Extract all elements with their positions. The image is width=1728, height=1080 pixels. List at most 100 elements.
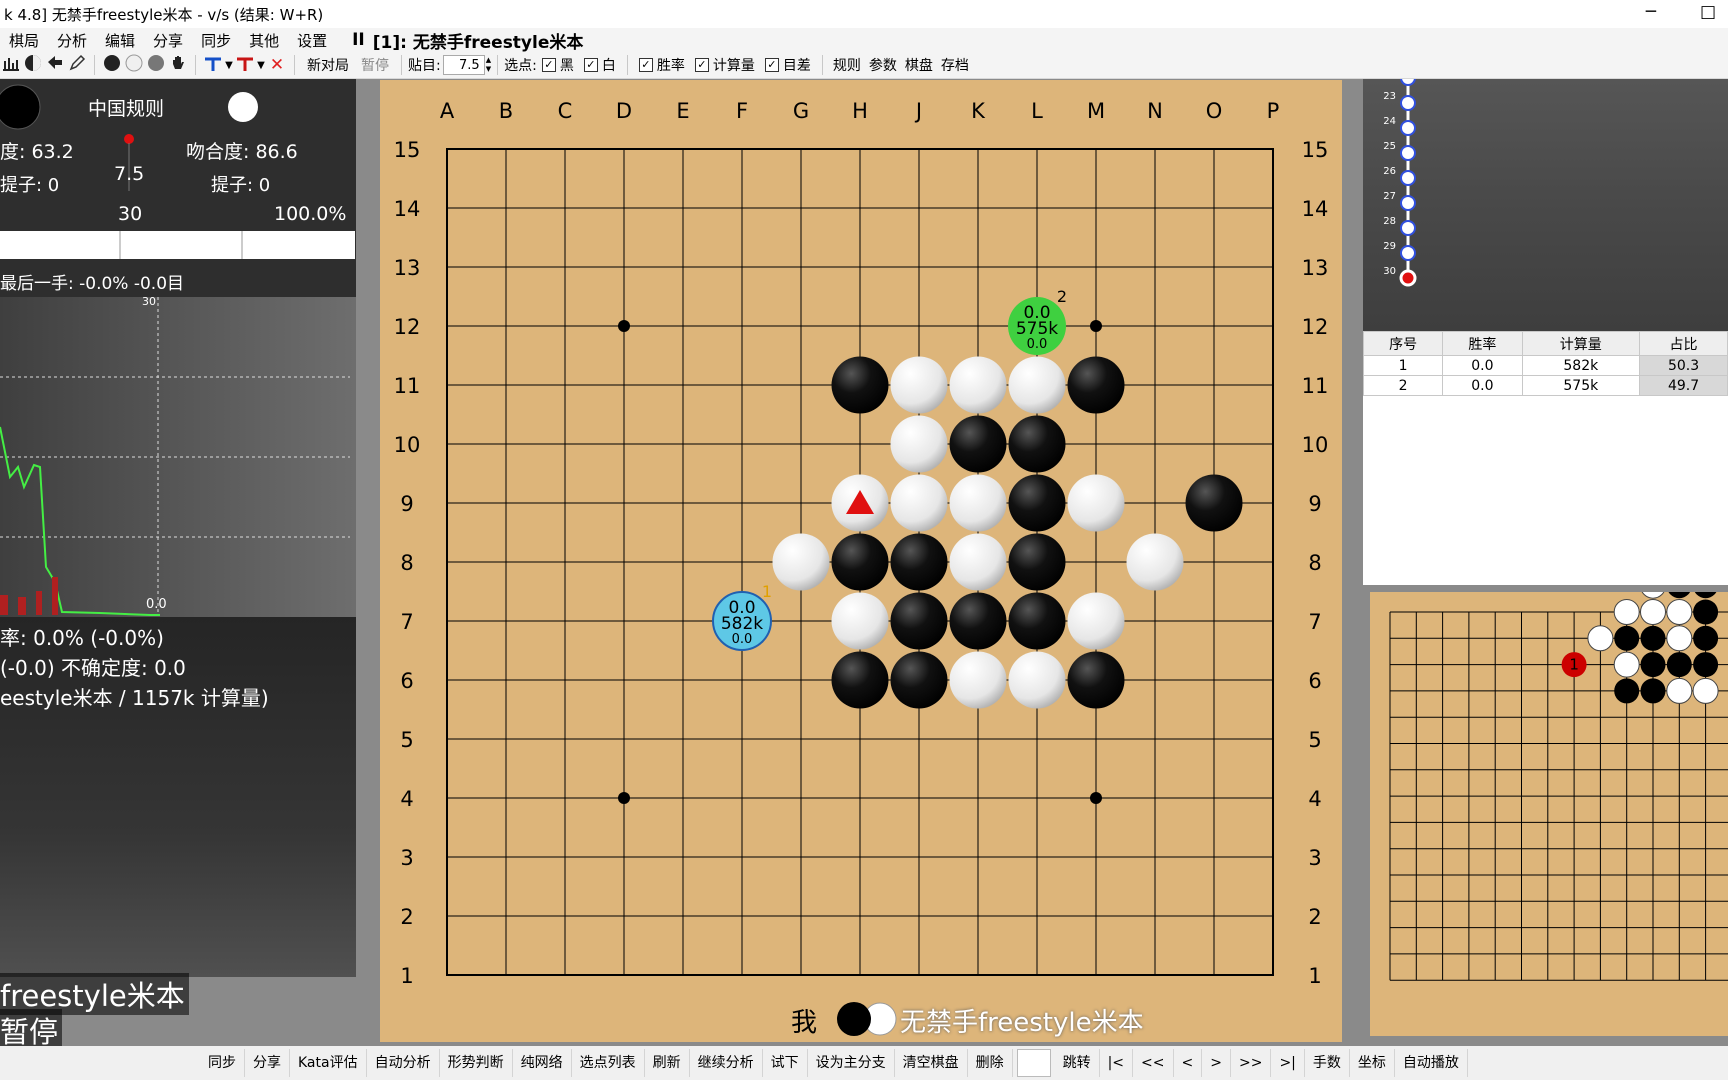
kata-eval-button[interactable]: Kata评估 [290,1049,367,1077]
coordinates-button[interactable]: 坐标 [1350,1049,1395,1077]
menu-edit[interactable]: 编辑 [96,30,144,51]
try-play-button[interactable]: 试下 [763,1049,808,1077]
hand-icon[interactable] [167,54,189,77]
board-grid[interactable]: A15 15B14 14C13 13D12 12E11 11F10 10G9 9H8 8J7 7K… [380,80,1342,1042]
pure-network-button[interactable]: 纯网络 [513,1049,572,1077]
column-header-winrate[interactable]: 胜率 [1442,331,1523,356]
chart-icon[interactable] [0,55,22,76]
forward-one-button[interactable]: > [1202,1049,1231,1077]
move-tree-panel[interactable]: 222324252627282930 [1363,79,1728,331]
menu-settings[interactable]: 设置 [288,30,336,51]
winrate-chart[interactable]: 30 0.0 [0,295,356,617]
white-stone [1126,533,1184,591]
menu-share[interactable]: 分享 [144,30,192,51]
bottom-toolbar: 同步 分享 Kata评估 自动分析 形势判断 纯网络 选点列表 刷新 继续分析 … [0,1046,1728,1080]
board-button[interactable]: 棋盘 [901,55,937,75]
sync-button[interactable]: 同步 [200,1049,245,1077]
window-title: k 4.8] 无禁手freestyle米本 - v/s (结果: W+R) [4,5,324,24]
minimize-button[interactable]: ─ [1646,2,1656,22]
white-stone [890,474,948,532]
black-stone [1185,474,1243,532]
menu-sync[interactable]: 同步 [192,30,240,51]
refresh-button[interactable]: 刷新 [645,1049,690,1077]
black-stone [1008,533,1066,591]
komi-input[interactable] [442,55,485,75]
score-checkbox[interactable]: ✓ 目差 [760,55,816,75]
last-move-button[interactable]: >| [1271,1049,1305,1077]
position-judge-button[interactable]: 形势判断 [440,1049,513,1077]
black-stone [1067,651,1125,709]
footer-opponent-label: 无禁手freestyle米本 [900,1008,1144,1038]
jump-button[interactable]: 跳转 [1055,1049,1100,1077]
auto-play-button[interactable]: 自动播放 [1395,1049,1468,1077]
move-tree[interactable]: 222324252627282930 [1363,79,1728,331]
table-row[interactable]: 1 0.0 582k 50.3 [1362,355,1728,376]
white-checkbox[interactable]: ✓ 白 [579,55,621,75]
new-game-button[interactable]: 新对局 [301,55,355,75]
star-point [618,792,630,804]
bw-stone-icon[interactable] [22,54,44,77]
pencil-icon[interactable] [66,54,88,77]
row-label: 12 [1302,315,1329,339]
save-button[interactable]: 存档 [937,55,973,75]
candidate-table[interactable]: 序号 胜率 计算量 占比 1 0.0 582k 50.3 2 0.0 575k … [1362,331,1728,396]
playouts-checkbox[interactable]: ✓ 计算量 [690,55,760,75]
column-header-index[interactable]: 序号 [1362,331,1444,356]
set-main-branch-button[interactable]: 设为主分支 [808,1049,895,1077]
share-button[interactable]: 分享 [245,1049,290,1077]
white-stone [831,592,889,650]
mini-white-stone [1692,677,1719,704]
move-tree-label: 23 [1383,91,1396,102]
column-label: B [499,99,513,123]
move-numbers-button[interactable]: 手数 [1305,1049,1350,1077]
continue-analysis-button[interactable]: 继续分析 [690,1049,763,1077]
pause-button[interactable]: 暂停 [355,55,395,75]
column-header-playouts[interactable]: 计算量 [1521,331,1641,356]
rules-button[interactable]: 规则 [829,55,865,75]
jump-move-input[interactable] [1016,1049,1051,1077]
back-arrow-icon[interactable] [44,54,66,77]
black-stone-icon[interactable] [101,54,123,77]
white-stone-icon[interactable] [123,54,145,77]
move-tree-label: 28 [1383,216,1396,227]
move-tree-node [1400,95,1416,111]
move-tree-label: 29 [1383,241,1396,252]
black-stone [949,592,1007,650]
black-stone [831,356,889,414]
mini-board[interactable]: 12 [1370,592,1728,1036]
black-stone [831,651,889,709]
komi-stepper[interactable]: ▲ ▼ [486,56,491,74]
menu-other[interactable]: 其他 [240,30,288,51]
cell-index: 2 [1362,375,1444,396]
gray-stone-icon[interactable] [145,54,167,77]
column-header-share[interactable]: 占比 [1639,331,1728,356]
back-ten-button[interactable]: << [1133,1049,1174,1077]
chevron-down-icon[interactable]: ▼ [224,60,234,71]
back-one-button[interactable]: < [1174,1049,1203,1077]
auto-analysis-button[interactable]: 自动分析 [367,1049,440,1077]
black-stone [1008,592,1066,650]
select-label: 选点: [504,58,537,74]
menu-game[interactable]: 棋局 [0,30,48,51]
delete-button[interactable]: 删除 [968,1049,1013,1077]
column-label: E [676,99,689,123]
clear-board-button[interactable]: 清空棋盘 [895,1049,968,1077]
restore-button[interactable]: □ [1700,2,1716,22]
table-row[interactable]: 2 0.0 575k 49.7 [1362,375,1728,396]
first-move-button[interactable]: |< [1100,1049,1134,1077]
winrate-checkbox[interactable]: ✓ 胜率 [634,55,690,75]
forward-ten-button[interactable]: >> [1231,1049,1272,1077]
cross-blue-icon[interactable] [202,54,224,77]
menu-analysis[interactable]: 分析 [48,30,96,51]
chevron-down-icon[interactable]: ▼ [256,60,266,71]
cross-red-icon[interactable] [234,54,256,77]
candidate-list-button[interactable]: 选点列表 [572,1049,645,1077]
go-board[interactable]: A 15 15 B 14 14 C 13 13 D 12 12 E 11 11 F 10 10 G 9 9 H 8 8 J 7 7 K… [380,80,1342,1042]
black-checkbox[interactable]: ✓ 黑 [537,55,579,75]
check-icon: ✓ [583,58,598,72]
params-button[interactable]: 参数 [865,55,901,75]
mini-white-stone [1640,599,1666,625]
row-label: 14 [394,197,421,221]
close-icon[interactable]: ✕ [266,55,288,75]
pause-icon[interactable]: II [352,30,365,50]
